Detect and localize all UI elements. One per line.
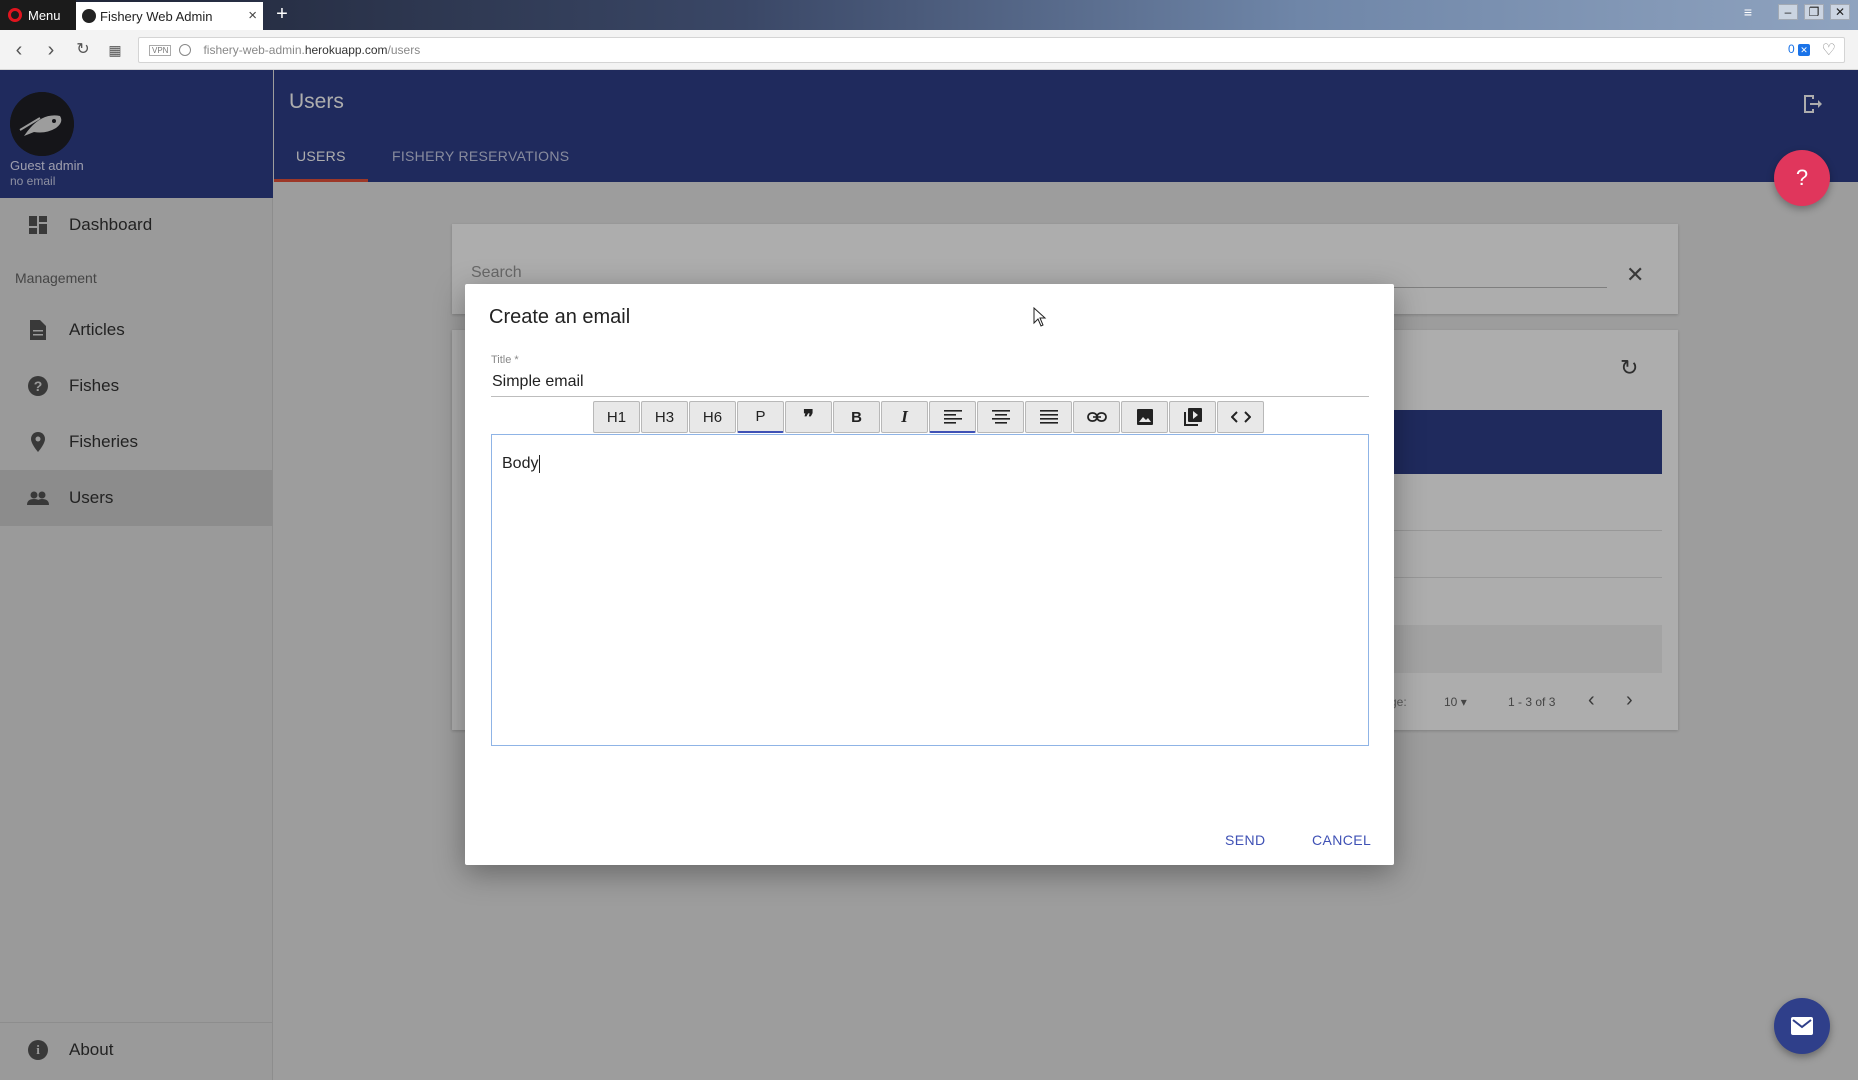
email-body-text[interactable]: Body bbox=[502, 455, 541, 473]
h1-button[interactable]: H1 bbox=[593, 401, 640, 433]
compose-email-button[interactable] bbox=[1774, 998, 1830, 1054]
adblock-counter[interactable]: 0 ✕ bbox=[1788, 42, 1810, 56]
tab-menu-icon[interactable]: ≡ bbox=[1744, 4, 1752, 20]
quote-icon: ❞ bbox=[803, 406, 814, 429]
quote-button[interactable]: ❞ bbox=[785, 401, 832, 433]
vpn-badge[interactable]: VPN bbox=[149, 44, 172, 56]
align-justify-icon bbox=[1039, 410, 1058, 424]
code-icon bbox=[1230, 411, 1251, 423]
email-body-editor[interactable] bbox=[491, 434, 1369, 746]
forward-icon[interactable]: › bbox=[40, 38, 62, 62]
globe-icon bbox=[179, 44, 192, 56]
minimize-icon[interactable]: – bbox=[1778, 4, 1798, 20]
align-center-icon bbox=[991, 410, 1010, 424]
url-prefix: fishery-web-admin. bbox=[203, 43, 305, 57]
mail-icon bbox=[1791, 1017, 1813, 1035]
bold-button[interactable]: B bbox=[833, 401, 880, 433]
bold-icon: B bbox=[851, 408, 862, 426]
h6-button[interactable]: H6 bbox=[689, 401, 736, 433]
cancel-button[interactable]: CANCEL bbox=[1312, 832, 1371, 848]
reload-icon[interactable]: ↻ bbox=[72, 38, 94, 62]
email-body-value: Body bbox=[502, 455, 539, 473]
adblock-count-value: 0 bbox=[1787, 42, 1795, 56]
editor-toolbar: H1 H3 H6 P ❞ B I bbox=[593, 401, 1264, 433]
align-left-button[interactable] bbox=[929, 401, 976, 433]
close-tab-icon[interactable]: × bbox=[248, 7, 257, 24]
code-button[interactable] bbox=[1217, 401, 1264, 433]
link-button[interactable] bbox=[1073, 401, 1120, 433]
title-field-underline bbox=[491, 396, 1369, 397]
italic-button[interactable]: I bbox=[881, 401, 928, 433]
browser-tab[interactable]: Fishery Web Admin × bbox=[76, 2, 263, 30]
url-field[interactable]: VPN fishery-web-admin. herokuapp.com/user… bbox=[138, 37, 1845, 63]
align-center-button[interactable] bbox=[977, 401, 1024, 433]
back-icon[interactable]: ‹ bbox=[8, 38, 30, 62]
paragraph-button[interactable]: P bbox=[737, 401, 784, 433]
new-tab-button[interactable]: + bbox=[271, 4, 293, 26]
title-field[interactable]: Simple email bbox=[492, 373, 584, 391]
url-host: herokuapp.com bbox=[304, 43, 388, 57]
video-library-icon bbox=[1183, 408, 1202, 426]
browser-menu-label: Menu bbox=[28, 7, 61, 23]
restore-icon[interactable]: ❐ bbox=[1804, 4, 1824, 20]
image-button[interactable] bbox=[1121, 401, 1168, 433]
window-controls: ≡ – ❐ ✕ bbox=[1744, 0, 1850, 24]
mouse-pointer-icon bbox=[1033, 306, 1047, 332]
align-left-icon bbox=[943, 409, 962, 424]
opera-logo-icon bbox=[8, 8, 22, 22]
dialog-title: Create an email bbox=[489, 306, 631, 328]
link-icon bbox=[1086, 412, 1107, 422]
favicon-icon bbox=[82, 9, 96, 23]
h3-button[interactable]: H3 bbox=[641, 401, 688, 433]
italic-icon: I bbox=[901, 407, 908, 426]
close-window-icon[interactable]: ✕ bbox=[1830, 4, 1850, 20]
browser-tab-title: Fishery Web Admin bbox=[100, 8, 213, 24]
speed-dial-icon[interactable]: ▦ bbox=[104, 38, 126, 62]
help-button[interactable]: ? bbox=[1774, 150, 1830, 206]
adblock-icon: ✕ bbox=[1798, 44, 1810, 56]
title-field-label: Title * bbox=[491, 354, 519, 366]
heart-icon[interactable]: ♡ bbox=[1822, 40, 1836, 60]
text-caret bbox=[539, 455, 541, 473]
video-button[interactable] bbox=[1169, 401, 1216, 433]
url-path: /users bbox=[387, 43, 421, 57]
align-justify-button[interactable] bbox=[1025, 401, 1072, 433]
send-button[interactable]: SEND bbox=[1225, 832, 1266, 848]
browser-menu-button[interactable]: Menu bbox=[0, 0, 76, 30]
image-icon bbox=[1136, 409, 1153, 425]
